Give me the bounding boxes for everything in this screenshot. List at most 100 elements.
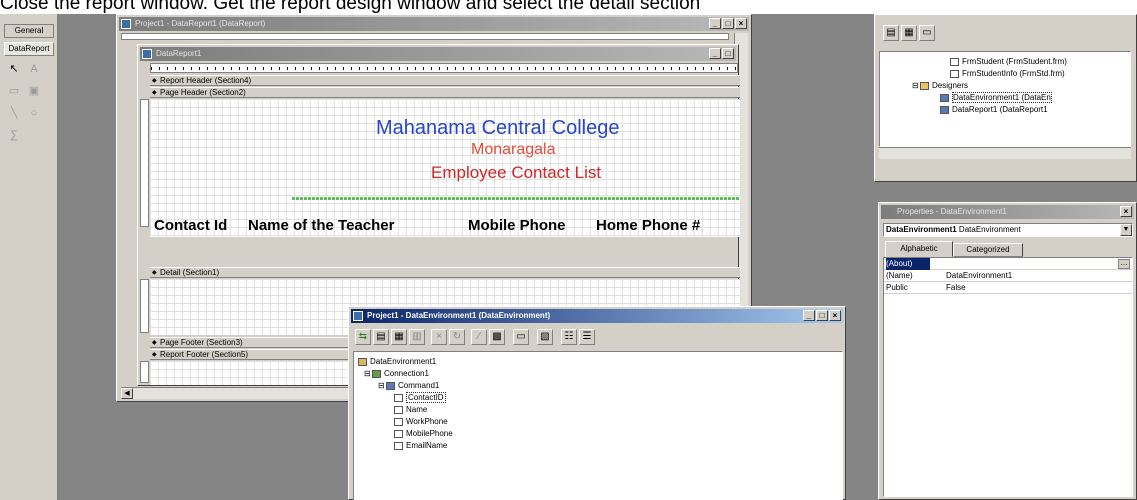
project-tree-item-label: FrmStudentInfo (FrmStd.frm) bbox=[962, 69, 1065, 78]
expand-minus-icon[interactable]: ⊟ bbox=[912, 80, 920, 91]
home-phone-column-label[interactable]: Home Phone # bbox=[596, 217, 700, 234]
tree-field-item[interactable]: WorkPhone bbox=[394, 416, 448, 427]
expand-minus-icon[interactable]: ⊟ bbox=[364, 368, 372, 379]
label-tool-icon[interactable]: A bbox=[26, 62, 42, 76]
project-tree: FrmStudent (FrmStudent.frm) FrmStudentIn… bbox=[879, 51, 1131, 147]
add-child-command-icon[interactable]: ▥ bbox=[409, 329, 425, 345]
tree-command-label: Command1 bbox=[398, 381, 440, 390]
page-header-vertical-ruler bbox=[140, 99, 149, 227]
project-tree-item[interactable]: FrmStudent (FrmStudent.frm) bbox=[950, 56, 1067, 67]
property-name: (About) bbox=[886, 258, 930, 270]
folder-icon bbox=[920, 81, 929, 90]
project-tree-item[interactable]: DataReport1 (DataReport1 bbox=[940, 104, 1048, 115]
add-connection-icon[interactable]: ⇆ bbox=[355, 329, 371, 345]
detail-vertical-ruler bbox=[140, 279, 149, 333]
list-title-label[interactable]: Employee Contact List bbox=[431, 163, 601, 183]
city-label[interactable]: Monaragala bbox=[471, 141, 556, 159]
property-value[interactable]: DataEnvironment1 bbox=[946, 270, 1012, 282]
window-title: Project1 - DataReport1 (DataReport) bbox=[135, 19, 266, 28]
textbox-tool-icon[interactable]: ▭ bbox=[6, 84, 22, 98]
arrange-by-objects-icon[interactable]: ☰ bbox=[579, 329, 595, 345]
datareport-titlebar[interactable]: DataReport1 _ □ bbox=[140, 47, 736, 61]
project-tree-item[interactable]: FrmStudentInfo (FrmStd.frm) bbox=[950, 68, 1065, 79]
properties-object-dropdown[interactable]: DataEnvironment1 DataEnvironment ▼ bbox=[883, 223, 1133, 237]
tree-field-label: Name bbox=[406, 405, 428, 414]
ellipsis-button[interactable]: … bbox=[1118, 259, 1130, 269]
dataenvironment-titlebar[interactable]: Project1 - DataEnvironment1 (DataEnviron… bbox=[351, 309, 843, 323]
property-row[interactable]: (About) … bbox=[884, 258, 1132, 270]
toolbox-tab-general[interactable]: General bbox=[4, 24, 54, 38]
tree-field-item[interactable]: Name bbox=[394, 404, 427, 415]
property-row[interactable]: Public False bbox=[884, 282, 1132, 294]
college-label[interactable]: Mahanama Central College bbox=[376, 117, 619, 140]
view-object-icon[interactable]: ▦ bbox=[901, 25, 917, 41]
arrange-by-connections-icon[interactable]: ☷ bbox=[561, 329, 577, 345]
project-tree-item[interactable]: ⊟ Designers bbox=[912, 80, 968, 91]
tree-field-item[interactable]: ContactID bbox=[394, 392, 446, 403]
dataenvironment-icon bbox=[940, 93, 949, 102]
dataenvironment-window: Project1 - DataEnvironment1 (DataEnviron… bbox=[348, 306, 846, 500]
close-icon[interactable]: × bbox=[735, 18, 747, 29]
dataenvironment-icon bbox=[353, 311, 363, 321]
de-maximize-icon[interactable]: □ bbox=[816, 310, 828, 321]
project-datareport-titlebar[interactable]: Project1 - DataReport1 (DataReport) _ □ … bbox=[119, 17, 749, 31]
shape-tool-icon[interactable]: ○ bbox=[26, 106, 42, 120]
page-header-band[interactable]: Page Header (Section2) bbox=[150, 87, 740, 98]
property-name: Public bbox=[886, 283, 908, 292]
project-horizontal-scrollbar[interactable] bbox=[879, 147, 1131, 159]
insert-stored-procedure-icon[interactable]: ▦ bbox=[391, 329, 407, 345]
report-maximize-icon[interactable]: □ bbox=[722, 48, 734, 59]
dropdown-arrow-icon[interactable]: ▼ bbox=[1120, 224, 1132, 236]
function-tool-icon[interactable]: ∑ bbox=[6, 128, 22, 142]
form-icon bbox=[950, 69, 959, 78]
properties-titlebar[interactable]: Properties - DataEnvironment1 × bbox=[881, 205, 1134, 219]
image-tool-icon[interactable]: ▣ bbox=[26, 84, 42, 98]
project-tree-item[interactable]: DataEnvironment1 (DataEn bbox=[940, 92, 1052, 103]
tab-alphabetic[interactable]: Alphabetic bbox=[885, 241, 953, 257]
scroll-left-icon[interactable]: ◀ bbox=[121, 388, 133, 399]
report-header-band[interactable]: Report Header (Section4) bbox=[150, 75, 740, 86]
property-row[interactable]: (Name) DataEnvironment1 bbox=[884, 270, 1132, 282]
de-close-icon[interactable]: × bbox=[829, 310, 841, 321]
report-minimize-icon[interactable]: _ bbox=[709, 48, 721, 59]
tree-root-item[interactable]: DataEnvironment1 bbox=[358, 356, 436, 367]
design-icon[interactable]: ∕ bbox=[471, 329, 487, 345]
tree-field-label: MobilePhone bbox=[406, 429, 453, 438]
properties-icon[interactable]: ▩ bbox=[489, 329, 505, 345]
expand-minus-icon[interactable]: ⊟ bbox=[378, 380, 386, 391]
tree-root-label: DataEnvironment1 bbox=[370, 357, 437, 366]
pointer-icon[interactable]: ↖ bbox=[6, 62, 22, 76]
report-window-title: DataReport1 bbox=[156, 49, 202, 58]
maximize-icon[interactable]: □ bbox=[722, 18, 734, 29]
options-icon[interactable]: ▧ bbox=[537, 329, 553, 345]
line-tool-icon[interactable]: ╲ bbox=[6, 106, 22, 120]
toolbox: General DataReport ↖ A ▭ ▣ ╲ ○ ∑ bbox=[0, 14, 58, 500]
tree-field-item[interactable]: EmailName bbox=[394, 440, 447, 451]
mobile-phone-column-label[interactable]: Mobile Phone bbox=[468, 217, 566, 234]
view-code-icon[interactable]: ▭ bbox=[513, 329, 529, 345]
field-icon bbox=[394, 393, 403, 402]
object-type: DataEnvironment bbox=[958, 225, 1021, 234]
add-command-icon[interactable]: ▤ bbox=[373, 329, 389, 345]
delete-icon[interactable]: × bbox=[431, 329, 447, 345]
tab-categorized[interactable]: Categorized bbox=[953, 243, 1023, 257]
minimize-icon[interactable]: _ bbox=[709, 18, 721, 29]
detail-band[interactable]: Detail (Section1) bbox=[150, 267, 740, 278]
toolbox-tab-datareport[interactable]: DataReport bbox=[4, 42, 54, 56]
page-header-canvas[interactable]: Mahanama Central College Monaragala Empl… bbox=[150, 99, 740, 237]
tree-field-label: ContactID bbox=[406, 392, 446, 403]
property-value[interactable]: False bbox=[946, 282, 966, 294]
tree-command-item[interactable]: ⊟ Command1 bbox=[378, 380, 439, 391]
toggle-folders-icon[interactable]: ▭ bbox=[919, 25, 935, 41]
de-minimize-icon[interactable]: _ bbox=[803, 310, 815, 321]
contact-id-column-label[interactable]: Contact Id bbox=[154, 217, 227, 234]
field-icon bbox=[394, 417, 403, 426]
properties-close-icon[interactable]: × bbox=[1120, 206, 1132, 217]
teacher-name-column-label[interactable]: Name of the Teacher bbox=[248, 217, 394, 234]
tree-field-item[interactable]: MobilePhone bbox=[394, 428, 453, 439]
tree-connection-item[interactable]: ⊟ Connection1 bbox=[364, 368, 429, 379]
field-icon bbox=[394, 441, 403, 450]
refresh-icon[interactable]: ↻ bbox=[449, 329, 465, 345]
header-separator-line[interactable] bbox=[292, 197, 740, 200]
view-code-icon[interactable]: ▤ bbox=[883, 25, 899, 41]
